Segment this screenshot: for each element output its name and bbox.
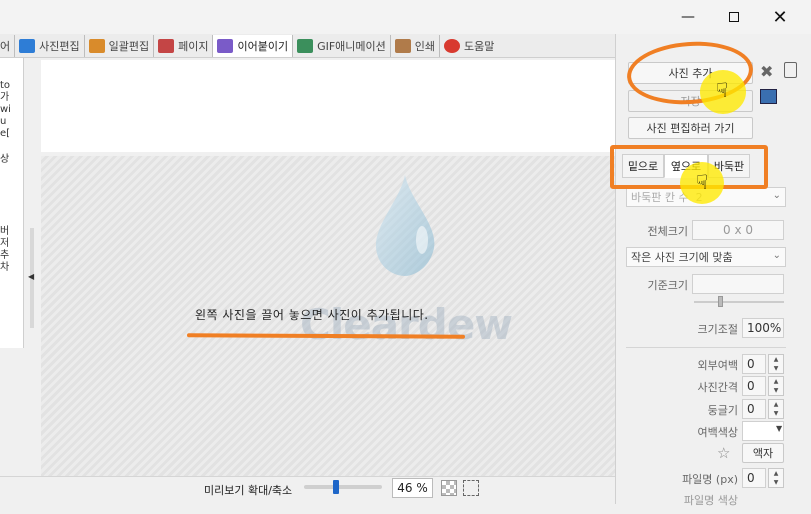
go-to-edit-label: 사진 편집하러 가기: [646, 122, 735, 135]
tab-label: 일괄편집: [108, 39, 150, 53]
chevron-down-icon: ⌄: [772, 190, 781, 201]
margin-color-label: 여백색상: [697, 426, 738, 439]
frame-label: 액자: [752, 447, 774, 460]
tab-help[interactable]: 도움말: [440, 35, 498, 57]
tab-print[interactable]: 인쇄: [391, 34, 441, 57]
star-icon[interactable]: ☆: [717, 444, 730, 462]
trash-icon[interactable]: [784, 62, 797, 78]
save-options-icon[interactable]: [760, 89, 777, 104]
grid-count-label: 바둑판 칸 수: [631, 191, 689, 204]
list-item: 상: [0, 154, 10, 165]
tab-label: 어: [0, 39, 11, 53]
tab-page[interactable]: 페이지: [154, 34, 214, 57]
zoom-slider-thumb[interactable]: [333, 480, 339, 494]
water-drop-logo: [375, 175, 435, 276]
divider: [626, 347, 786, 348]
close-icon[interactable]: ✕: [760, 4, 800, 30]
drop-hint-text: 왼쪽 사진을 끌어 놓으면 사진이 추가됩니다.: [195, 308, 429, 322]
tab-label: 사진편집: [39, 39, 80, 53]
tab-stitch[interactable]: 이어붙이기: [213, 34, 294, 57]
photo-edit-icon: [19, 38, 36, 53]
panel-splitter[interactable]: ◀: [24, 58, 40, 480]
size-slider-track[interactable]: [694, 301, 784, 303]
help-icon: [444, 38, 461, 53]
main-tab-bar: 어 사진편집 일괄편집 페이지 이어붙이기 GIF애니메이션 인쇄 도움말: [0, 34, 615, 58]
scale-label: 크기조절: [697, 323, 738, 336]
zoom-slider-track[interactable]: [304, 485, 382, 489]
chevron-down-icon[interactable]: ▼: [776, 424, 782, 433]
tab-label: 도움말: [464, 39, 495, 53]
rounding-stepper[interactable]: ▲ ▼: [768, 399, 784, 419]
outer-margin-stepper[interactable]: ▲ ▼: [768, 354, 784, 374]
clear-tools-icon[interactable]: ✖: [760, 62, 773, 81]
minimize-icon[interactable]: —: [668, 4, 708, 30]
photo-gap-label: 사진간격: [697, 381, 738, 394]
total-size-label: 전체크기: [647, 225, 688, 238]
maximize-icon[interactable]: [714, 4, 754, 30]
zoom-label: 미리보기 확대/축소: [204, 484, 293, 497]
batch-edit-icon: [88, 38, 105, 53]
frame-button[interactable]: 액자: [742, 443, 784, 463]
list-item: wi: [0, 104, 11, 115]
tab-partial[interactable]: 어: [0, 34, 16, 57]
total-size-field: 0 x 0: [692, 220, 784, 240]
filename-color-label: 파일명 색상: [683, 494, 738, 507]
go-to-edit-button[interactable]: 사진 편집하러 가기: [628, 117, 753, 139]
collapse-arrow-icon[interactable]: ◀: [28, 272, 34, 281]
tab-label: GIF애니메이션: [317, 39, 386, 53]
list-item: e[: [0, 128, 11, 139]
tab-label: 이어붙이기: [237, 39, 289, 53]
transparency-grid-icon[interactable]: [441, 480, 457, 496]
fit-mode-select[interactable]: 작은 사진 크기에 맞춤 ⌄: [626, 247, 786, 267]
outer-margin-field[interactable]: 0: [742, 354, 766, 374]
filename-label: 파일명 (px): [682, 473, 738, 486]
list-item: 저: [0, 238, 10, 249]
list-item: u: [0, 116, 7, 127]
list-item: 버: [0, 226, 10, 237]
list-item: 차: [0, 262, 10, 273]
gif-icon: [297, 38, 314, 53]
list-item: to: [0, 80, 11, 91]
tab-label: 인쇄: [414, 39, 436, 53]
base-size-label: 기준크기: [647, 279, 688, 292]
tab-gif[interactable]: GIF애니메이션: [293, 34, 391, 57]
tab-label: 페이지: [178, 39, 209, 53]
stitch-icon: [217, 38, 234, 53]
tab-batch-edit[interactable]: 일괄편집: [85, 34, 155, 57]
fit-mode-label: 작은 사진 크기에 맞춤: [631, 251, 733, 264]
size-slider-thumb[interactable]: [718, 296, 723, 307]
file-list-panel[interactable]: to 가 wi u e[ 상 버 저 추 차: [0, 58, 24, 348]
hand-cursor-icon: ☟: [696, 170, 709, 194]
chevron-down-icon: ⌄: [772, 250, 781, 261]
list-item: 추: [0, 250, 10, 261]
tab-photo-edit[interactable]: 사진편집: [15, 34, 85, 57]
base-size-field: [692, 274, 784, 294]
zoom-value-field[interactable]: 46 %: [392, 478, 433, 498]
fit-to-window-icon[interactable]: [463, 480, 479, 496]
rounding-field[interactable]: 0: [742, 399, 766, 419]
preview-header-area: [41, 60, 615, 152]
print-icon: [394, 38, 411, 53]
photo-gap-field[interactable]: 0: [742, 376, 766, 396]
page-icon: [158, 38, 175, 53]
title-bar: — ✕: [0, 0, 811, 34]
hand-cursor-icon: ☟: [716, 78, 729, 102]
photo-gap-stepper[interactable]: ▲ ▼: [768, 376, 784, 396]
list-item: 가: [0, 92, 10, 103]
scale-field[interactable]: 100%: [742, 318, 784, 338]
filename-size-field[interactable]: 0: [742, 468, 766, 488]
filename-size-stepper[interactable]: ▲ ▼: [768, 468, 784, 488]
rounding-label: 둥글기: [707, 404, 738, 417]
outer-margin-label: 외부여백: [697, 359, 738, 372]
